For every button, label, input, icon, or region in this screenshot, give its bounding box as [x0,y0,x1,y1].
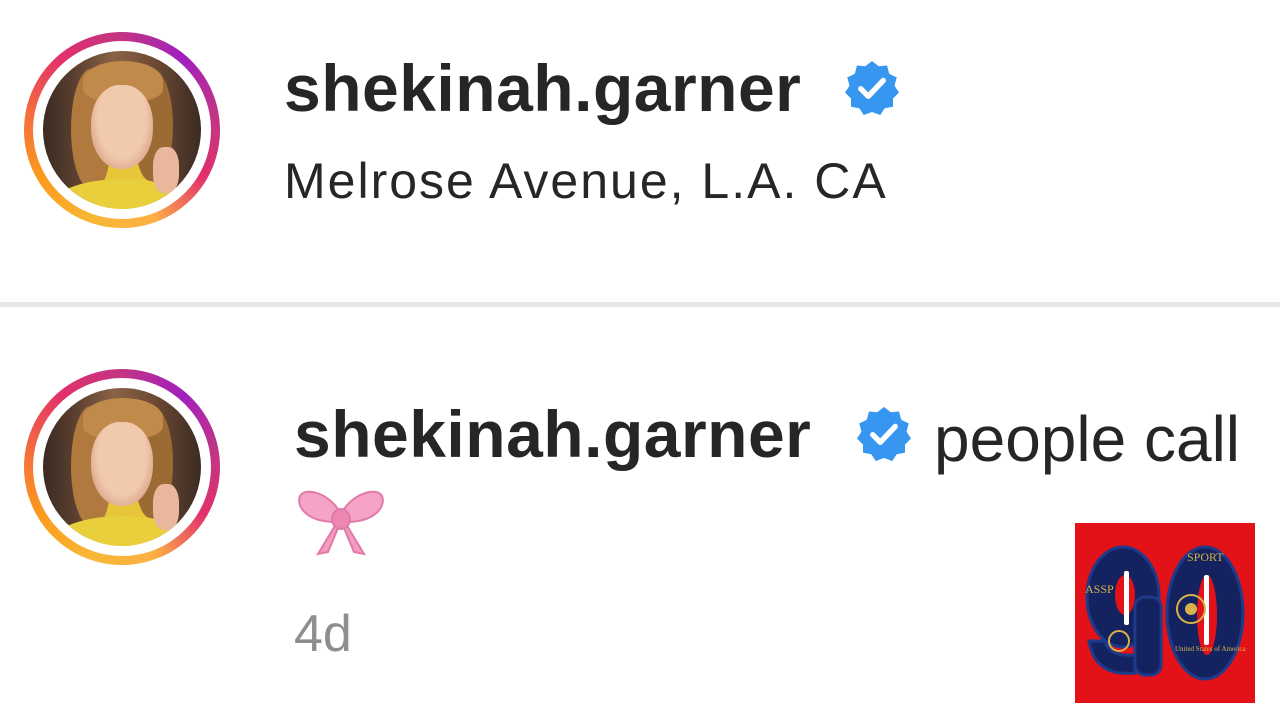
profile-avatar-story-ring[interactable] [24,32,220,228]
header-username[interactable]: shekinah.garner [284,50,801,126]
avatar [43,51,201,209]
passport-subtext: United States of America [1175,645,1246,653]
passport-text-right: SPORT [1187,550,1224,564]
post-header: shekinah.garner Melrose Avenue, L.A. CA [0,0,1280,302]
location-label[interactable]: Melrose Avenue, L.A. CA [284,152,888,210]
avatar [43,388,201,546]
channel-logo: ASSP SPORT United States of America [1075,523,1255,703]
verified-badge-icon [857,407,911,461]
comment-avatar-story-ring[interactable] [24,369,220,565]
pink-ribbon-bow-icon [298,490,384,556]
passport-text-left: ASSP [1085,582,1114,596]
comment-username[interactable]: shekinah.garner [294,396,811,472]
comment-timestamp: 4d [294,605,352,663]
comment-text: people call [934,403,1240,475]
verified-badge-icon [845,61,899,115]
